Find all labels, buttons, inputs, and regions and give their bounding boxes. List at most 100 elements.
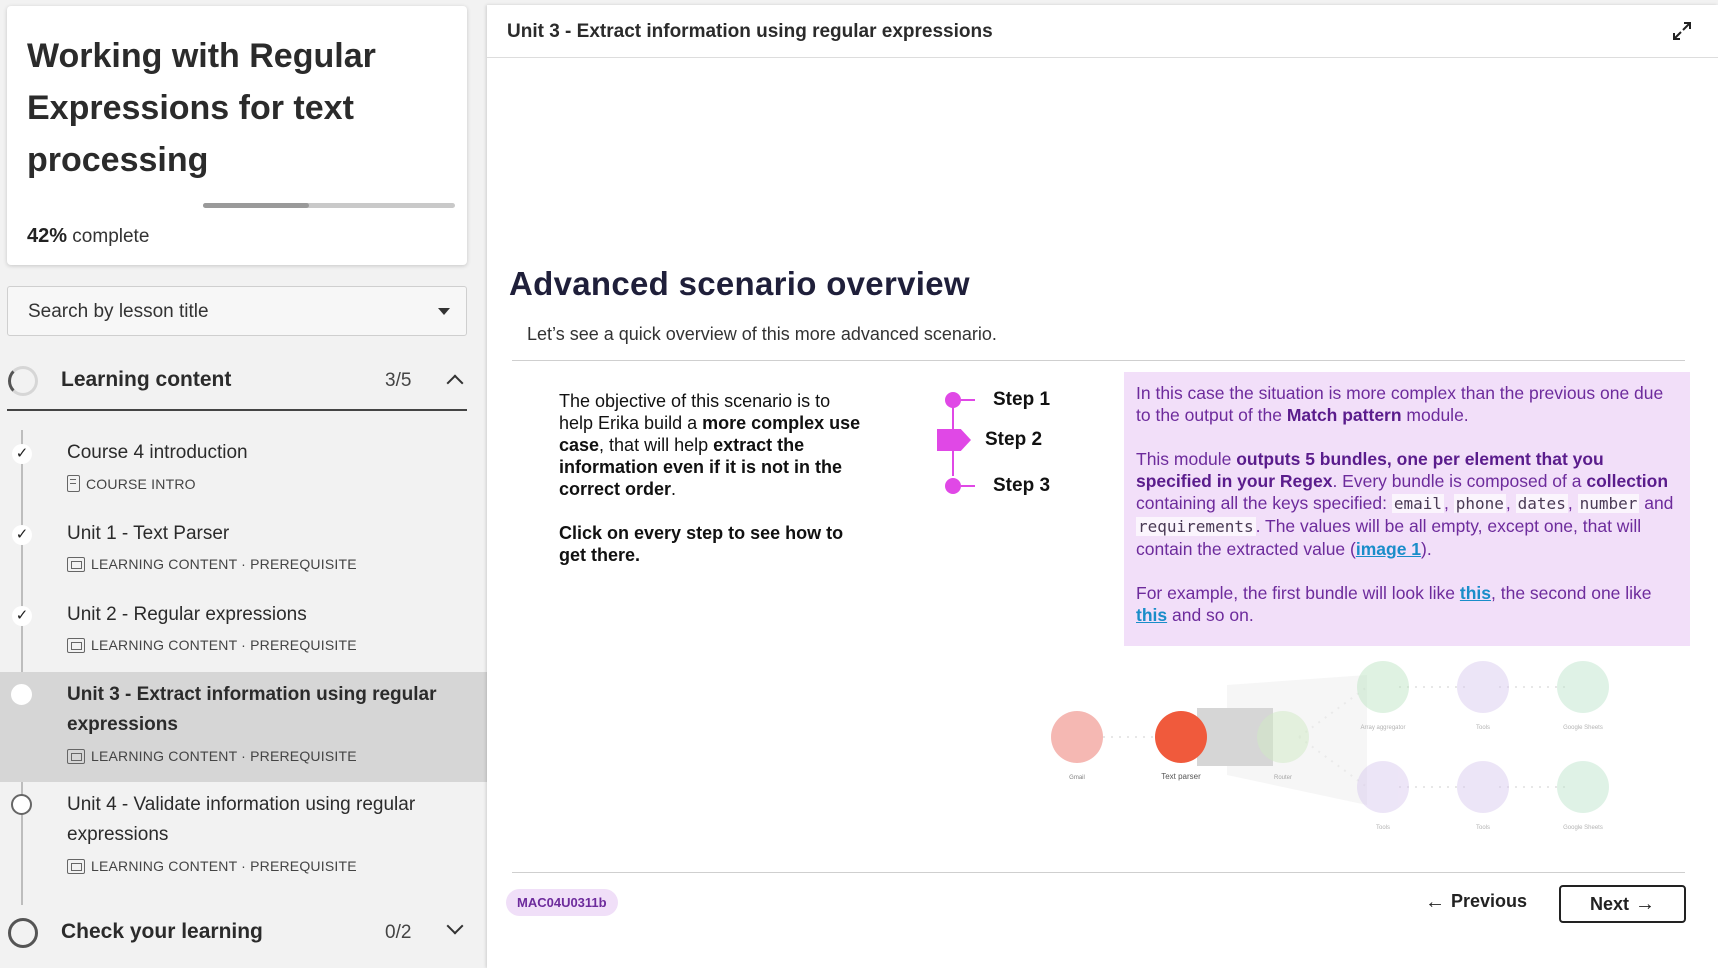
progress-bar xyxy=(203,203,455,208)
step-dot-icon xyxy=(945,392,961,408)
module-circle xyxy=(1557,661,1609,713)
course-sidebar: Working with Regular Expressions for tex… xyxy=(0,0,487,968)
lesson-item-unit-4[interactable]: Unit 4 - Validate information using regu… xyxy=(0,782,487,882)
step-2-button[interactable]: Step 2 xyxy=(937,429,1042,451)
info-paragraph: This module outputs 5 bundles, one per e… xyxy=(1136,449,1674,559)
progress-text: 42% complete xyxy=(27,225,149,248)
previous-button[interactable]: ← Previous xyxy=(1425,891,1527,912)
section-progress-ring-icon xyxy=(8,918,38,948)
progress-bar-fill xyxy=(203,203,309,208)
instruction-paragraph: Click on every step to see how to get th… xyxy=(559,523,844,565)
course-card: Working with Regular Expressions for tex… xyxy=(7,6,467,265)
media-icon xyxy=(67,748,85,764)
lesson-header: Unit 3 - Extract information using regul… xyxy=(487,5,1718,58)
module-circle xyxy=(1257,711,1309,763)
lesson-item-unit-2[interactable]: ✓ Unit 2 - Regular expressions LEARNING … xyxy=(0,592,487,668)
module-circle xyxy=(1155,711,1207,763)
lesson-search-select[interactable]: Search by lesson title xyxy=(7,286,467,336)
step-tick xyxy=(961,399,975,401)
diagram-module-5: Tools xyxy=(1457,661,1509,731)
lesson-meta-text: LEARNING CONTENT · PREREQUISITE xyxy=(91,556,357,572)
module-label: Text parser xyxy=(1161,772,1201,781)
objective-paragraph: The objective of this scenario is to hel… xyxy=(559,390,864,500)
step-explanation-box: In this case the situation is more compl… xyxy=(1124,372,1690,646)
module-label: Tools xyxy=(1476,825,1490,831)
text-run: and xyxy=(1639,493,1674,513)
chevron-down-icon[interactable] xyxy=(446,917,464,935)
footer-divider xyxy=(512,872,1685,873)
page-intro: Let’s see a quick overview of this more … xyxy=(527,324,997,344)
lesson-item-unit-1[interactable]: ✓ Unit 1 - Text Parser LEARNING CONTENT … xyxy=(0,511,487,587)
unit-title: Unit 3 - Extract information using regul… xyxy=(507,21,993,42)
lesson-title: Course 4 introduction xyxy=(67,442,248,463)
module-label: Gmail xyxy=(1069,775,1085,781)
image-1-link[interactable]: image 1 xyxy=(1356,539,1421,559)
module-circle xyxy=(1051,711,1103,763)
step-3-button[interactable]: Step 3 xyxy=(937,475,1050,497)
active-step-marker-icon xyxy=(937,429,971,451)
section-learning-content[interactable]: Learning content 3/5 xyxy=(7,353,467,411)
lesson-content-panel: Unit 3 - Extract information using regul… xyxy=(487,5,1718,968)
emphasis: outputs 5 bundles xyxy=(1236,449,1387,469)
code-key: phone xyxy=(1453,494,1506,513)
emphasis: Match pattern xyxy=(1286,405,1402,425)
text-run: containing all the keys specified: xyxy=(1136,493,1392,513)
divider xyxy=(512,360,1685,361)
code-key: dates xyxy=(1515,494,1568,513)
dropdown-caret-icon xyxy=(438,308,450,315)
diagram-module-2: Text parser xyxy=(1155,711,1207,781)
diagram-module-8: Tools xyxy=(1457,761,1509,831)
text-run: ). xyxy=(1421,539,1432,559)
step-dot-icon xyxy=(945,478,961,494)
code-key: number xyxy=(1577,494,1640,513)
next-label: Next xyxy=(1589,893,1629,914)
progress-percent: 42% xyxy=(27,225,68,247)
lesson-title: Unit 2 - Regular expressions xyxy=(67,604,307,625)
lesson-meta: LEARNING CONTENT · PREREQUISITE xyxy=(67,637,357,653)
section-count: 0/2 xyxy=(385,922,412,943)
document-icon xyxy=(67,475,80,492)
module-label: Google Sheets xyxy=(1563,725,1603,731)
expand-icon[interactable] xyxy=(1670,19,1694,43)
module-label: Array aggregator xyxy=(1360,725,1405,731)
text-run: . xyxy=(671,479,677,499)
lesson-title: Unit 1 - Text Parser xyxy=(67,523,230,544)
arrow-left-icon: ← xyxy=(1425,890,1445,913)
scenario-diagram: Gmail Text parser Router Array aggregator To… xyxy=(1051,661,1609,831)
diagram-module-9: Google Sheets xyxy=(1557,761,1609,831)
step-1-button[interactable]: Step 1 xyxy=(937,389,1050,411)
lesson-title: Unit 4 - Validate information using regu… xyxy=(67,794,416,845)
lesson-meta: COURSE INTRO xyxy=(67,475,196,492)
lesson-meta-text: LEARNING CONTENT · PREREQUISITE xyxy=(91,637,357,653)
text-run: module. xyxy=(1401,405,1469,425)
section-check-your-learning[interactable]: Check your learning 0/2 xyxy=(7,905,467,963)
code-key: requirements xyxy=(1136,517,1256,536)
objective-text: The objective of this scenario is to hel… xyxy=(559,390,864,566)
chevron-up-icon[interactable] xyxy=(446,374,464,392)
diagram-module-1: Gmail xyxy=(1051,711,1103,781)
section-progress-ring-icon xyxy=(8,366,38,396)
emphasis: , xyxy=(1386,449,1397,469)
section-count: 3/5 xyxy=(385,370,412,391)
lesson-item-course-intro[interactable]: ✓ Course 4 introduction COURSE INTRO xyxy=(0,430,487,506)
module-label: Router xyxy=(1274,775,1292,781)
not-started-dot-icon xyxy=(11,794,32,815)
text-run: and so on. xyxy=(1167,605,1254,625)
diagram-module-6: Google Sheets xyxy=(1557,661,1609,731)
text-run: This module xyxy=(1136,449,1237,469)
diagram-module-7: Tools xyxy=(1357,761,1409,831)
emphasis: collection xyxy=(1586,471,1669,491)
lesson-meta-text: LEARNING CONTENT · PREREQUISITE xyxy=(91,748,357,764)
lesson-item-unit-3[interactable]: Unit 3 - Extract information using regul… xyxy=(0,672,487,782)
second-bundle-link[interactable]: this xyxy=(1136,605,1167,625)
first-bundle-link[interactable]: this xyxy=(1460,583,1491,603)
media-icon xyxy=(67,637,85,653)
lesson-meta: LEARNING CONTENT · PREREQUISITE xyxy=(67,858,357,874)
search-placeholder: Search by lesson title xyxy=(28,301,209,322)
current-lesson-dot-icon xyxy=(11,684,32,705)
lesson-title: Unit 3 - Extract information using regul… xyxy=(67,684,437,735)
next-button[interactable]: Next → xyxy=(1559,885,1686,923)
step-tick xyxy=(961,485,975,487)
step-label: Step 1 xyxy=(993,389,1051,410)
module-label: Tools xyxy=(1476,725,1490,731)
